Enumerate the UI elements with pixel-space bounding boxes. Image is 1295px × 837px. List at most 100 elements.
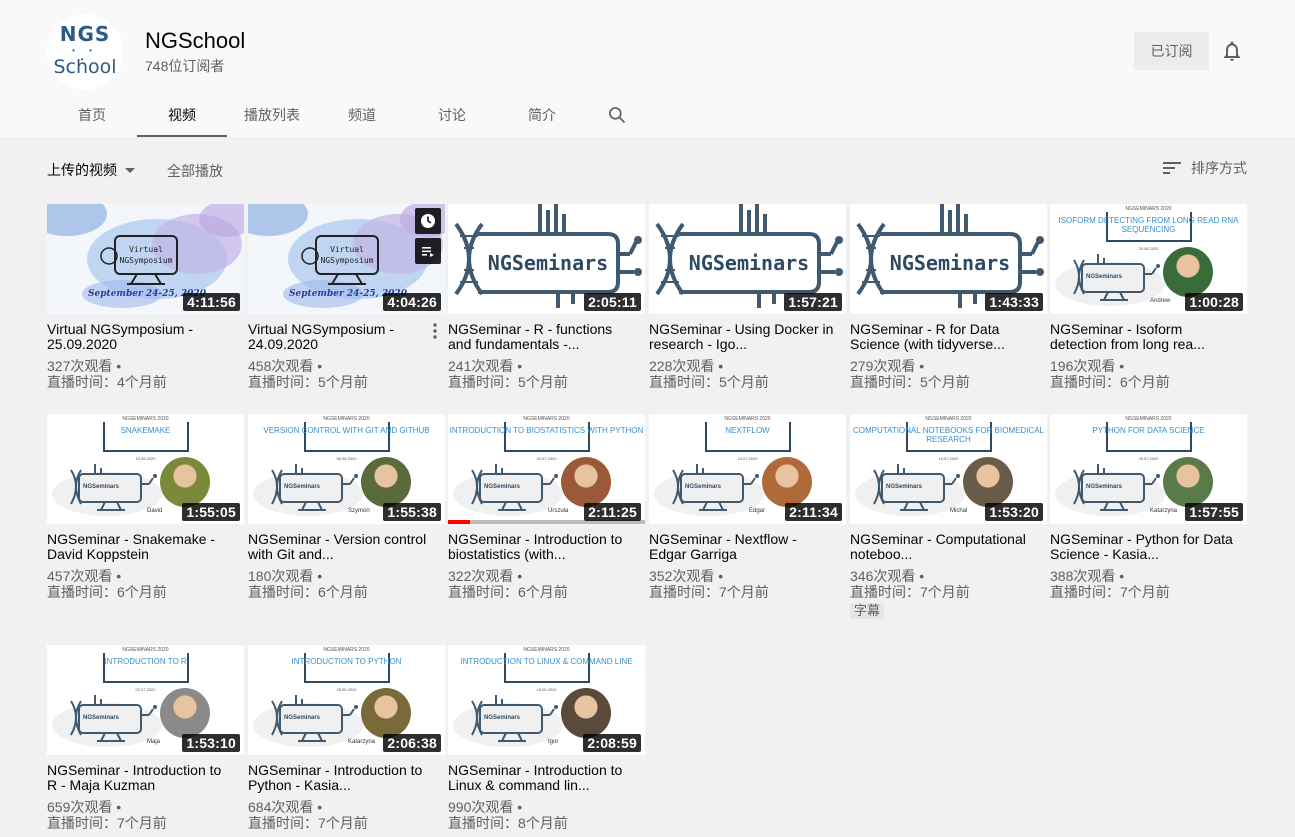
video-card[interactable]: NGSEMINARS 2020 ISOFORM DETECTING FROM LO… (1050, 204, 1247, 390)
slide-date: 02.07.2020 (135, 687, 156, 692)
video-thumbnail[interactable]: Virtual NGSymposium September 24-25, 202… (47, 204, 244, 314)
video-thumbnail[interactable]: Virtual NGSymposium September 24-25, 202… (248, 204, 445, 314)
clock-icon[interactable] (415, 208, 441, 234)
video-stream-time: 直播时间：6个月前 (248, 584, 368, 600)
slide-date: 30.07.2020 (536, 456, 557, 461)
channel-avatar[interactable]: NGS • • • School (47, 14, 123, 90)
video-card[interactable]: NGSEMINARS 2020 SNAKEMAKE 13.08.2020 NGSemi… (47, 414, 244, 600)
symposium-line2: NGSymposium (120, 256, 173, 265)
video-thumbnail[interactable]: NGSEMINARS 2020 SNAKEMAKE 13.08.2020 NGSemi… (47, 414, 244, 524)
video-title[interactable]: NGSeminar - Introduction to Linux & comm… (448, 763, 633, 793)
video-view-count: 388次观看 • (1050, 568, 1125, 584)
video-thumbnail[interactable]: NGSEMINARS 2020 INTRODUCTION TO BIOSTATIS… (448, 414, 645, 524)
video-thumbnail[interactable]: NGSEMINARS 2020 NEXTFLOW 23.07.2020 NGSemin… (649, 414, 846, 524)
video-card[interactable]: NGSEMINARS 2020 INTRODUCTION TO R 02.07.20… (47, 645, 244, 831)
video-card[interactable]: NGSeminars 2:05:11 NGSeminar - R - functi… (448, 204, 645, 390)
slide-date: 25.06.2020 (336, 687, 357, 692)
video-view-count: 196次观看 • (1050, 358, 1125, 374)
video-duration: 2:05:11 (584, 293, 641, 311)
chevron-down-icon (125, 167, 135, 173)
video-thumbnail[interactable]: NGSEMINARS 2020 INTRODUCTION TO PYTHON 25.… (248, 645, 445, 755)
video-title[interactable]: Virtual NGSymposium - 25.09.2020 (47, 322, 232, 352)
mini-logo-text: NGSeminars (484, 484, 521, 490)
video-title[interactable]: NGSeminar - Introduction to biostatistic… (448, 532, 633, 562)
video-thumbnail[interactable]: NGSeminars 2:05:11 (448, 204, 645, 314)
speaker-name: Michal (950, 508, 968, 514)
channel-header: NGS • • • School NGSchool 748位订阅者 已订阅 首页… (0, 0, 1295, 137)
uploads-dropdown[interactable]: 上传的视频 (47, 160, 135, 180)
video-duration: 1:57:21 (784, 293, 842, 311)
video-card[interactable]: Virtual NGSymposium September 24-25, 202… (47, 204, 244, 390)
video-thumbnail[interactable]: NGSeminars 1:43:33 (850, 204, 1047, 314)
video-title[interactable]: NGSeminar - Python for Data Science - Ka… (1050, 532, 1235, 562)
tab-discussion[interactable]: 讨论 (407, 92, 497, 137)
video-card[interactable]: NGSEMINARS 2020 INTRODUCTION TO LINUX & C… (448, 645, 645, 831)
video-card[interactable]: NGSEMINARS 2020 NEXTFLOW 23.07.2020 NGSemin… (649, 414, 846, 600)
seminars-logo-text: NGSeminars (488, 251, 608, 275)
video-view-count: 346次观看 • (850, 568, 925, 584)
video-title[interactable]: Virtual NGSymposium - 24.09.2020 (248, 322, 433, 352)
video-thumbnail[interactable]: NGSEMINARS 2020 PYTHON FOR DATA SCIENCE 09… (1050, 414, 1247, 524)
video-thumbnail[interactable]: NGSEMINARS 2020 INTRODUCTION TO LINUX & C… (448, 645, 645, 755)
speaker-name: Maja (147, 739, 161, 745)
video-view-count: 659次观看 • (47, 799, 122, 815)
slide-title: INTRODUCTION TO PYTHON (291, 657, 402, 666)
speaker-photo (160, 688, 210, 738)
video-duration: 1:57:55 (1185, 503, 1243, 521)
video-thumbnail[interactable]: NGSEMINARS 2020 ISOFORM DETECTING FROM LO… (1050, 204, 1247, 314)
video-card[interactable]: NGSeminars 1:43:33 NGSeminar - R for Data… (850, 204, 1047, 390)
video-title[interactable]: NGSeminar - R - functions and fundamenta… (448, 322, 633, 352)
video-title[interactable]: NGSeminar - Introduction to R - Maja Kuz… (47, 763, 232, 793)
video-duration: 4:04:26 (383, 293, 441, 311)
speaker-photo (361, 688, 411, 738)
add-to-queue-icon[interactable] (415, 238, 441, 264)
video-thumbnail[interactable]: NGSEMINARS 2020 VERSION CONTROL WITH GIT … (248, 414, 445, 524)
speaker-name: Edgar (749, 508, 766, 514)
tab-videos[interactable]: 视频 (137, 92, 227, 137)
video-title[interactable]: NGSeminar - Nextflow - Edgar Garriga (649, 532, 834, 562)
video-title[interactable]: NGSeminar - Version control with Git and… (248, 532, 433, 562)
slide-date: 18.06.2020 (536, 687, 557, 692)
video-card[interactable]: NGSEMINARS 2020 VERSION CONTROL WITH GIT … (248, 414, 445, 600)
sort-button[interactable]: 排序方式 (1163, 158, 1247, 178)
video-stream-time: 直播时间：7个月前 (47, 815, 167, 831)
video-title[interactable]: NGSeminar - Isoform detection from long … (1050, 322, 1235, 352)
slide-title: INTRODUCTION TO LINUX & COMMAND LINE (460, 657, 633, 666)
video-title[interactable]: NGSeminar - Snakemake - David Koppstein (47, 532, 232, 562)
bell-icon[interactable] (1220, 39, 1244, 63)
speaker-photo (762, 457, 812, 507)
video-card[interactable]: NGSEMINARS 2020 INTRODUCTION TO PYTHON 25.… (248, 645, 445, 831)
mini-logo-text: NGSeminars (284, 715, 321, 721)
video-card[interactable]: NGSEMINARS 2020 COMPUTATIONAL NOTEBOOKS F… (850, 414, 1047, 620)
video-duration: 2:06:38 (383, 734, 441, 752)
video-card[interactable]: NGSEMINARS 2020 INTRODUCTION TO BIOSTATIS… (448, 414, 645, 600)
speaker-photo (1163, 247, 1213, 297)
speaker-name: David (147, 508, 163, 514)
video-thumbnail[interactable]: NGSEMINARS 2020 INTRODUCTION TO R 02.07.20… (47, 645, 244, 755)
search-icon[interactable] (587, 92, 647, 137)
tab-about[interactable]: 简介 (497, 92, 587, 137)
video-duration: 2:11:34 (785, 503, 842, 521)
more-vert-icon[interactable] (433, 323, 437, 339)
video-view-count: 458次观看 • (248, 358, 323, 374)
slide-title: INTRODUCTION TO R (104, 657, 187, 666)
video-thumbnail[interactable]: NGSeminars 1:57:21 (649, 204, 846, 314)
video-title[interactable]: NGSeminar - Computational noteboo... (850, 532, 1035, 562)
tab-home[interactable]: 首页 (47, 92, 137, 137)
slide-date: 20.08.2020 (1138, 246, 1159, 251)
video-title[interactable]: NGSeminar - Introduction to Python - Kas… (248, 763, 433, 793)
video-card[interactable]: NGSeminars 1:57:21 NGSeminar - Using Dock… (649, 204, 846, 390)
video-card[interactable]: NGSEMINARS 2020 PYTHON FOR DATA SCIENCE 09… (1050, 414, 1247, 600)
tab-playlists[interactable]: 播放列表 (227, 92, 317, 137)
tab-channels[interactable]: 频道 (317, 92, 407, 137)
video-card[interactable]: Virtual NGSymposium September 24-25, 202… (248, 204, 445, 390)
video-duration: 2:11:25 (584, 503, 641, 521)
video-view-count: 990次观看 • (448, 799, 523, 815)
video-title[interactable]: NGSeminar - Using Docker in research - I… (649, 322, 834, 352)
play-all-button[interactable]: 全部播放 (167, 161, 223, 181)
video-title[interactable]: NGSeminar - R for Data Science (with tid… (850, 322, 1035, 352)
speaker-name: Szymon (348, 508, 370, 514)
speaker-photo (361, 457, 411, 507)
subscribed-button[interactable]: 已订阅 (1134, 32, 1209, 70)
video-thumbnail[interactable]: NGSEMINARS 2020 COMPUTATIONAL NOTEBOOKS F… (850, 414, 1047, 524)
